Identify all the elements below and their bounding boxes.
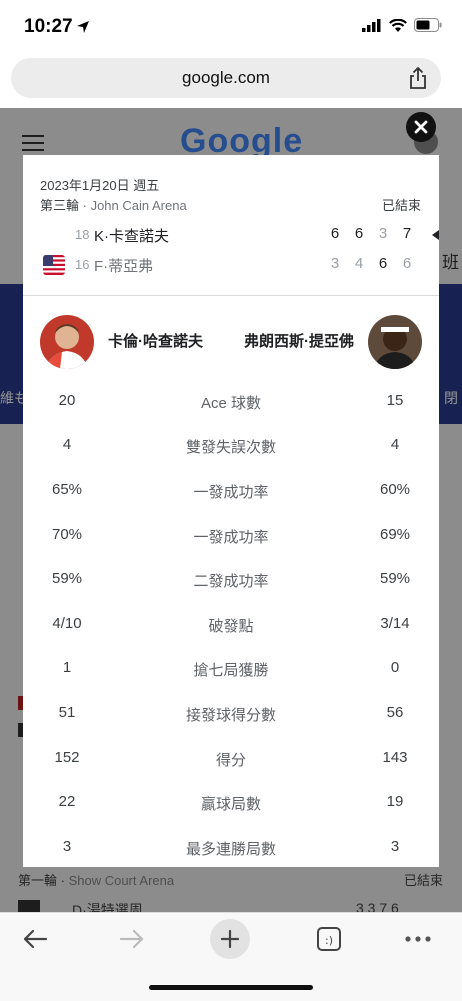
back-icon [23,929,48,949]
stat-row: 152 得分 143 [23,749,439,769]
stat-left-value: 51 [58,704,76,721]
stat-left-value: 4 [62,436,72,453]
url-text: google.com [182,68,270,87]
player2-avatar [368,315,422,369]
close-button[interactable] [406,112,436,142]
player1-set1: 6 [330,225,340,242]
stat-label: 雙發失誤次數 [185,439,276,456]
status-bar: 10:27 [0,0,462,54]
player2-set1: 3 [330,255,340,272]
stat-right-value: 19 [386,793,404,810]
stat-left-value: 70% [51,526,83,543]
stat-row: 22 贏球局數 19 [23,793,439,813]
player2-row: 16 F·蒂亞弗 3 4 6 6 [23,254,439,276]
address-bar[interactable]: google.com [11,58,441,98]
player1-set4: 7 [402,225,412,242]
player2-name: F·蒂亞弗 [94,258,154,275]
stats-right-player: 弗朗西斯·提亞佛 [244,333,354,350]
location-arrow-icon [77,21,89,33]
stat-right-value: 3 [390,838,400,855]
match-stats-card: 2023年1月20日 週五 第三輪 · John Cain Arena 已結束 … [23,155,439,867]
stats-left-player: 卡倫·哈查諾夫 [108,333,203,350]
player1-name: K·卡查諾夫 [94,228,170,245]
more-icon [405,936,431,942]
match-round: 第三輪 · John Cain Arena [40,198,187,213]
forward-icon [119,929,144,949]
home-indicator [149,985,313,990]
status-time: 10:27 [24,16,73,37]
tabs-icon: :) [317,927,341,951]
stat-label: 一發成功率 [193,484,269,501]
stat-row: 1 搶七局獲勝 0 [23,659,439,679]
player1-set2: 6 [354,225,364,242]
stat-label: 得分 [215,752,246,769]
stat-right-value: 143 [382,749,408,766]
more-button[interactable] [400,925,436,953]
stat-right-value: 59% [379,570,411,587]
stat-right-value: 60% [379,481,411,498]
browser-toolbar: :) [0,912,462,1001]
back-button[interactable] [17,925,53,953]
stat-row: 65% 一發成功率 60% [23,481,439,501]
stat-right-value: 15 [386,392,404,409]
match-header: 2023年1月20日 週五 第三輪 · John Cain Arena 已結束 … [23,155,439,296]
player1-seed: 18 [75,227,90,242]
stat-row: 51 接發球得分數 56 [23,704,439,724]
stat-row: 59% 二發成功率 59% [23,570,439,590]
stat-row: 3 最多連勝局數 3 [23,838,439,858]
stat-left-value: 1 [62,659,72,676]
stat-label: 二發成功率 [193,573,269,590]
stat-left-value: 4/10 [52,615,82,632]
svg-text::): :) [325,934,333,947]
stat-label: 最多連勝局數 [185,841,276,858]
stat-label: 接發球得分數 [185,707,276,724]
player1-row: 18 K·卡查諾夫 6 6 3 7 [23,224,439,246]
close-icon [414,120,428,134]
stat-row: 20 Ace 球數 15 [23,392,439,412]
match-status: 已結束 [381,198,421,213]
winner-arrow-icon [432,230,439,240]
player2-set4: 6 [402,255,412,272]
stat-label: 贏球局數 [200,796,261,813]
battery-icon [414,18,442,32]
player2-seed: 16 [75,257,90,272]
us-flag-icon [43,255,65,275]
tabs-button[interactable]: :) [311,925,347,953]
player2-set2: 4 [354,255,364,272]
player1-set3: 3 [378,225,388,242]
player2-set3: 6 [378,255,388,272]
stat-left-value: 59% [51,570,83,587]
forward-button[interactable] [114,925,150,953]
stat-right-value: 3/14 [380,615,410,632]
stat-left-value: 152 [54,749,80,766]
stat-right-value: 0 [390,659,400,676]
wifi-icon [389,18,407,32]
stat-label: 搶七局獲勝 [193,662,269,679]
stat-label: Ace 球數 [200,395,261,412]
stat-right-value: 56 [386,704,404,721]
status-icons [362,18,442,32]
match-date: 2023年1月20日 週五 [40,178,160,193]
new-tab-button[interactable] [210,919,250,959]
stat-row: 70% 一發成功率 69% [23,526,439,546]
stat-left-value: 3 [62,838,72,855]
player1-avatar [40,315,94,369]
stat-label: 一發成功率 [193,529,269,546]
stat-left-value: 22 [58,793,76,810]
stat-row: 4 雙發失誤次數 4 [23,436,439,456]
signal-icon [362,18,381,32]
stat-right-value: 4 [390,436,400,453]
match-venue: John Cain Arena [90,198,187,213]
stat-left-value: 20 [58,392,76,409]
stat-left-value: 65% [51,481,83,498]
share-icon[interactable] [407,66,429,90]
new-tab-icon [220,929,240,949]
stat-label: 破發點 [208,618,254,635]
stat-row: 4/10 破發點 3/14 [23,615,439,635]
stat-right-value: 69% [379,526,411,543]
